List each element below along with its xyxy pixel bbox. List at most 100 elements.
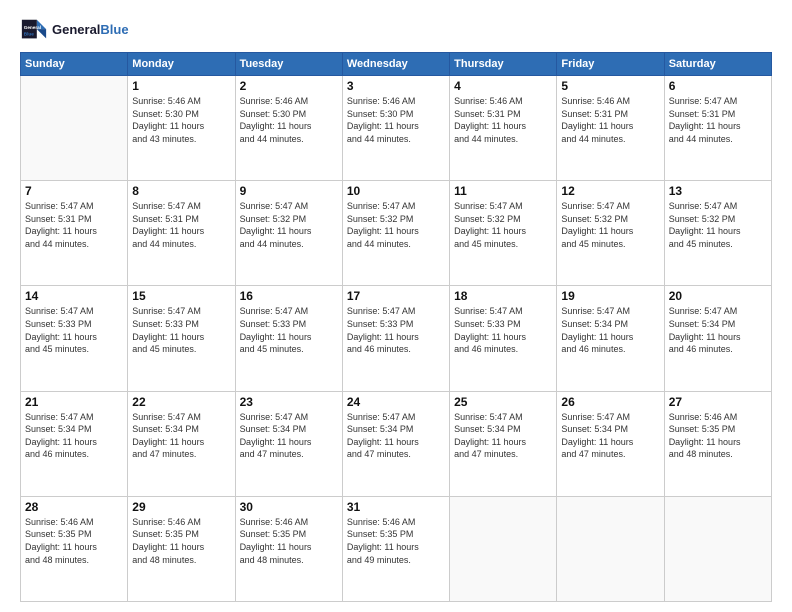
calendar-cell: 13 Sunrise: 5:47 AM Sunset: 5:32 PM Dayli… (664, 181, 771, 286)
calendar-cell: 3Sunrise: 5:46 AM Sunset: 5:30 PM Daylig… (342, 76, 449, 181)
cell-info: Sunrise: 5:47 AM Sunset: 5:32 PM Dayligh… (454, 200, 552, 250)
cell-info: Sunrise: 5:47 AM Sunset: 5:32 PM Dayligh… (561, 200, 659, 250)
cell-info: Sunrise: 5:46 AM Sunset: 5:31 PM Dayligh… (561, 95, 659, 145)
day-number: 14 (25, 289, 123, 303)
calendar-cell: 16 Sunrise: 5:47 AM Sunset: 5:33 PM Dayli… (235, 286, 342, 391)
header: General Blue GeneralBlue (20, 16, 772, 44)
svg-text:General: General (24, 25, 41, 30)
cell-info: Sunrise: 5:46 AM Sunset: 5:30 PM Dayligh… (240, 95, 338, 145)
cell-info: Sunrise: 5:46 AM Sunset: 5:35 PM Dayligh… (669, 411, 767, 461)
logo-text: GeneralBlue (52, 23, 129, 37)
calendar-header-row: SundayMondayTuesdayWednesdayThursdayFrid… (21, 53, 772, 76)
calendar-cell: 7Sunrise: 5:47 AM Sunset: 5:31 PM Daylig… (21, 181, 128, 286)
cell-info: Sunrise: 5:46 AM Sunset: 5:30 PM Dayligh… (347, 95, 445, 145)
cell-info: Sunrise: 5:47 AM Sunset: 5:34 PM Dayligh… (347, 411, 445, 461)
calendar-cell: 17Sunrise: 5:47 AM Sunset: 5:33 PM Dayli… (342, 286, 449, 391)
day-number: 9 (240, 184, 338, 198)
day-number: 21 (25, 395, 123, 409)
day-number: 18 (454, 289, 552, 303)
cell-info: Sunrise: 5:47 AM Sunset: 5:34 PM Dayligh… (561, 411, 659, 461)
cell-info: Sunrise: 5:47 AM Sunset: 5:34 PM Dayligh… (669, 305, 767, 355)
logo-icon: General Blue (20, 16, 48, 44)
cell-info: Sunrise: 5:46 AM Sunset: 5:35 PM Dayligh… (240, 516, 338, 566)
day-number: 10 (347, 184, 445, 198)
day-number: 25 (454, 395, 552, 409)
calendar-week-2: 7 Sunrise: 5:47 AM Sunset: 5:31 PM Daylig… (21, 181, 772, 286)
calendar-cell: 14Sunrise: 5:47 AM Sunset: 5:33 PM Dayli… (21, 286, 128, 391)
calendar-cell: 29Sunrise: 5:46 AM Sunset: 5:35 PM Dayli… (128, 496, 235, 601)
calendar-cell: 6Sunrise: 5:47 AM Sunset: 5:31 PM Daylig… (664, 76, 771, 181)
logo: General Blue GeneralBlue (20, 16, 129, 44)
calendar-cell: 20 Sunrise: 5:47 AM Sunset: 5:34 PM Dayli… (664, 286, 771, 391)
calendar-cell: 26Sunrise: 5:47 AM Sunset: 5:34 PM Dayli… (557, 391, 664, 496)
day-number: 16 (240, 289, 338, 303)
day-header-tuesday: Tuesday (235, 53, 342, 76)
calendar-cell (664, 496, 771, 601)
calendar-cell: 8 Sunrise: 5:47 AM Sunset: 5:31 PM Daylig… (128, 181, 235, 286)
cell-info: Sunrise: 5:47 AM Sunset: 5:33 PM Dayligh… (454, 305, 552, 355)
cell-info: Sunrise: 5:46 AM Sunset: 5:35 PM Dayligh… (347, 516, 445, 566)
calendar-cell: 10 Sunrise: 5:47 AM Sunset: 5:32 PM Dayli… (342, 181, 449, 286)
day-header-monday: Monday (128, 53, 235, 76)
day-number: 20 (669, 289, 767, 303)
cell-info: Sunrise: 5:47 AM Sunset: 5:34 PM Dayligh… (454, 411, 552, 461)
cell-info: Sunrise: 5:47 AM Sunset: 5:34 PM Dayligh… (132, 411, 230, 461)
day-number: 2 (240, 79, 338, 93)
calendar-week-4: 21 Sunrise: 5:47 AM Sunset: 5:34 PM Dayli… (21, 391, 772, 496)
calendar-cell: 15Sunrise: 5:47 AM Sunset: 5:33 PM Dayli… (128, 286, 235, 391)
cell-info: Sunrise: 5:47 AM Sunset: 5:34 PM Dayligh… (25, 411, 123, 461)
calendar-cell: 27 Sunrise: 5:46 AM Sunset: 5:35 PM Dayli… (664, 391, 771, 496)
day-number: 13 (669, 184, 767, 198)
day-header-friday: Friday (557, 53, 664, 76)
day-number: 31 (347, 500, 445, 514)
day-number: 7 (25, 184, 123, 198)
cell-info: Sunrise: 5:47 AM Sunset: 5:31 PM Dayligh… (132, 200, 230, 250)
calendar-week-5: 28 Sunrise: 5:46 AM Sunset: 5:35 PM Dayli… (21, 496, 772, 601)
calendar-cell: 23Sunrise: 5:47 AM Sunset: 5:34 PM Dayli… (235, 391, 342, 496)
day-number: 12 (561, 184, 659, 198)
svg-text:Blue: Blue (24, 32, 35, 37)
day-number: 24 (347, 395, 445, 409)
day-number: 19 (561, 289, 659, 303)
day-number: 15 (132, 289, 230, 303)
calendar-cell: 9 Sunrise: 5:47 AM Sunset: 5:32 PM Daylig… (235, 181, 342, 286)
cell-info: Sunrise: 5:47 AM Sunset: 5:31 PM Dayligh… (669, 95, 767, 145)
calendar-cell: 5Sunrise: 5:46 AM Sunset: 5:31 PM Daylig… (557, 76, 664, 181)
cell-info: Sunrise: 5:47 AM Sunset: 5:32 PM Dayligh… (240, 200, 338, 250)
cell-info: Sunrise: 5:46 AM Sunset: 5:30 PM Dayligh… (132, 95, 230, 145)
day-number: 22 (132, 395, 230, 409)
day-number: 11 (454, 184, 552, 198)
cell-info: Sunrise: 5:46 AM Sunset: 5:35 PM Dayligh… (132, 516, 230, 566)
day-number: 27 (669, 395, 767, 409)
cell-info: Sunrise: 5:47 AM Sunset: 5:33 PM Dayligh… (240, 305, 338, 355)
day-number: 4 (454, 79, 552, 93)
cell-info: Sunrise: 5:47 AM Sunset: 5:32 PM Dayligh… (669, 200, 767, 250)
page: General Blue GeneralBlue SundayMondayTue… (0, 0, 792, 612)
day-number: 28 (25, 500, 123, 514)
day-header-sunday: Sunday (21, 53, 128, 76)
calendar-cell: 24 Sunrise: 5:47 AM Sunset: 5:34 PM Dayli… (342, 391, 449, 496)
calendar-cell: 19 Sunrise: 5:47 AM Sunset: 5:34 PM Dayli… (557, 286, 664, 391)
logo-line1: GeneralBlue (52, 23, 129, 37)
cell-info: Sunrise: 5:47 AM Sunset: 5:32 PM Dayligh… (347, 200, 445, 250)
calendar-cell: 4 Sunrise: 5:46 AM Sunset: 5:31 PM Daylig… (450, 76, 557, 181)
calendar-cell: 11 Sunrise: 5:47 AM Sunset: 5:32 PM Dayli… (450, 181, 557, 286)
day-number: 17 (347, 289, 445, 303)
cell-info: Sunrise: 5:47 AM Sunset: 5:34 PM Dayligh… (240, 411, 338, 461)
calendar-cell: 18 Sunrise: 5:47 AM Sunset: 5:33 PM Dayli… (450, 286, 557, 391)
day-number: 8 (132, 184, 230, 198)
cell-info: Sunrise: 5:46 AM Sunset: 5:31 PM Dayligh… (454, 95, 552, 145)
day-number: 1 (132, 79, 230, 93)
calendar-cell: 30 Sunrise: 5:46 AM Sunset: 5:35 PM Dayli… (235, 496, 342, 601)
calendar-cell: 25 Sunrise: 5:47 AM Sunset: 5:34 PM Dayli… (450, 391, 557, 496)
calendar-cell: 12 Sunrise: 5:47 AM Sunset: 5:32 PM Dayli… (557, 181, 664, 286)
day-number: 30 (240, 500, 338, 514)
calendar-cell (21, 76, 128, 181)
calendar-cell: 21 Sunrise: 5:47 AM Sunset: 5:34 PM Dayli… (21, 391, 128, 496)
calendar-cell (450, 496, 557, 601)
calendar-cell: 28Sunrise: 5:46 AM Sunset: 5:35 PM Dayli… (21, 496, 128, 601)
cell-info: Sunrise: 5:47 AM Sunset: 5:34 PM Dayligh… (561, 305, 659, 355)
day-header-saturday: Saturday (664, 53, 771, 76)
calendar-cell: 2 Sunrise: 5:46 AM Sunset: 5:30 PM Daylig… (235, 76, 342, 181)
calendar-cell: 31 Sunrise: 5:46 AM Sunset: 5:35 PM Dayli… (342, 496, 449, 601)
